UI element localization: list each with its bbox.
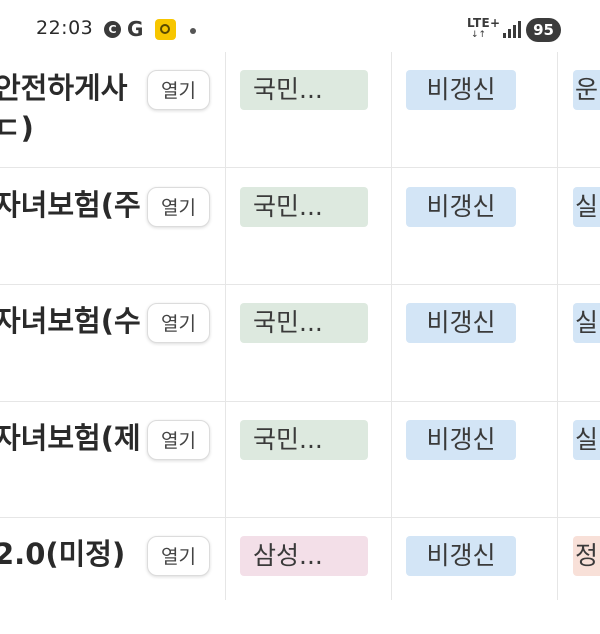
signal-strength-icon: [503, 21, 521, 38]
app-notification-icon: [155, 19, 176, 40]
renewal-type-tag[interactable]: 비갱신: [406, 420, 516, 460]
renewal-type-tag[interactable]: 비갱신: [406, 303, 516, 343]
open-button[interactable]: 열기: [147, 70, 210, 110]
database-table: 안전하게사 ㄷ) 열기 국민... 비갱신 운 자녀보험(주 열기 국민... …: [0, 52, 600, 600]
open-button[interactable]: 열기: [147, 420, 210, 460]
table-row[interactable]: 2.0(미정) 열기 삼성... 비갱신 정: [0, 518, 600, 634]
table-row[interactable]: 안전하게사 ㄷ) 열기 국민... 비갱신 운: [0, 52, 600, 168]
battery-level: 95: [526, 18, 561, 42]
owner-tag[interactable]: 국민...: [240, 187, 368, 227]
next-column-tag[interactable]: 실: [573, 303, 600, 343]
owner-tag[interactable]: 삼성...: [240, 536, 368, 576]
owner-tag[interactable]: 국민...: [240, 303, 368, 343]
status-bar: 22:03 C G LTE+ ↓↑ 95: [0, 0, 600, 52]
table-row[interactable]: 자녀보험(수 열기 국민... 비갱신 실: [0, 285, 600, 401]
open-button[interactable]: 열기: [147, 303, 210, 343]
status-time: 22:03: [36, 17, 94, 39]
next-column-tag[interactable]: 운: [573, 70, 600, 110]
open-button[interactable]: 열기: [147, 187, 210, 227]
owner-tag[interactable]: 국민...: [240, 420, 368, 460]
renewal-type-tag[interactable]: 비갱신: [406, 187, 516, 227]
data-activity-icon: ↓↑: [471, 30, 487, 40]
policy-name: 자녀보험(제: [0, 421, 141, 455]
open-button[interactable]: 열기: [147, 536, 210, 576]
renewal-type-tag[interactable]: 비갱신: [406, 536, 516, 576]
renewal-type-tag[interactable]: 비갱신: [406, 70, 516, 110]
google-notification-icon: G: [127, 17, 144, 41]
table-row[interactable]: 자녀보험(제 열기 국민... 비갱신 실: [0, 402, 600, 518]
policy-name: 2.0(미정): [0, 537, 126, 571]
next-column-tag[interactable]: 실: [573, 187, 600, 227]
c-notification-icon: C: [104, 21, 121, 38]
table-row[interactable]: 자녀보험(주 열기 국민... 비갱신 실: [0, 169, 600, 285]
policy-name: 자녀보험(주: [0, 188, 141, 222]
network-type-label: LTE+: [467, 16, 501, 30]
owner-tag[interactable]: 국민...: [240, 70, 368, 110]
next-column-tag[interactable]: 정: [573, 536, 600, 576]
policy-name: 안전하게사 ㄷ): [0, 71, 128, 145]
policy-name: 자녀보험(수: [0, 304, 141, 338]
next-column-tag[interactable]: 실: [573, 420, 600, 460]
more-notifications-dot-icon: [190, 28, 196, 34]
